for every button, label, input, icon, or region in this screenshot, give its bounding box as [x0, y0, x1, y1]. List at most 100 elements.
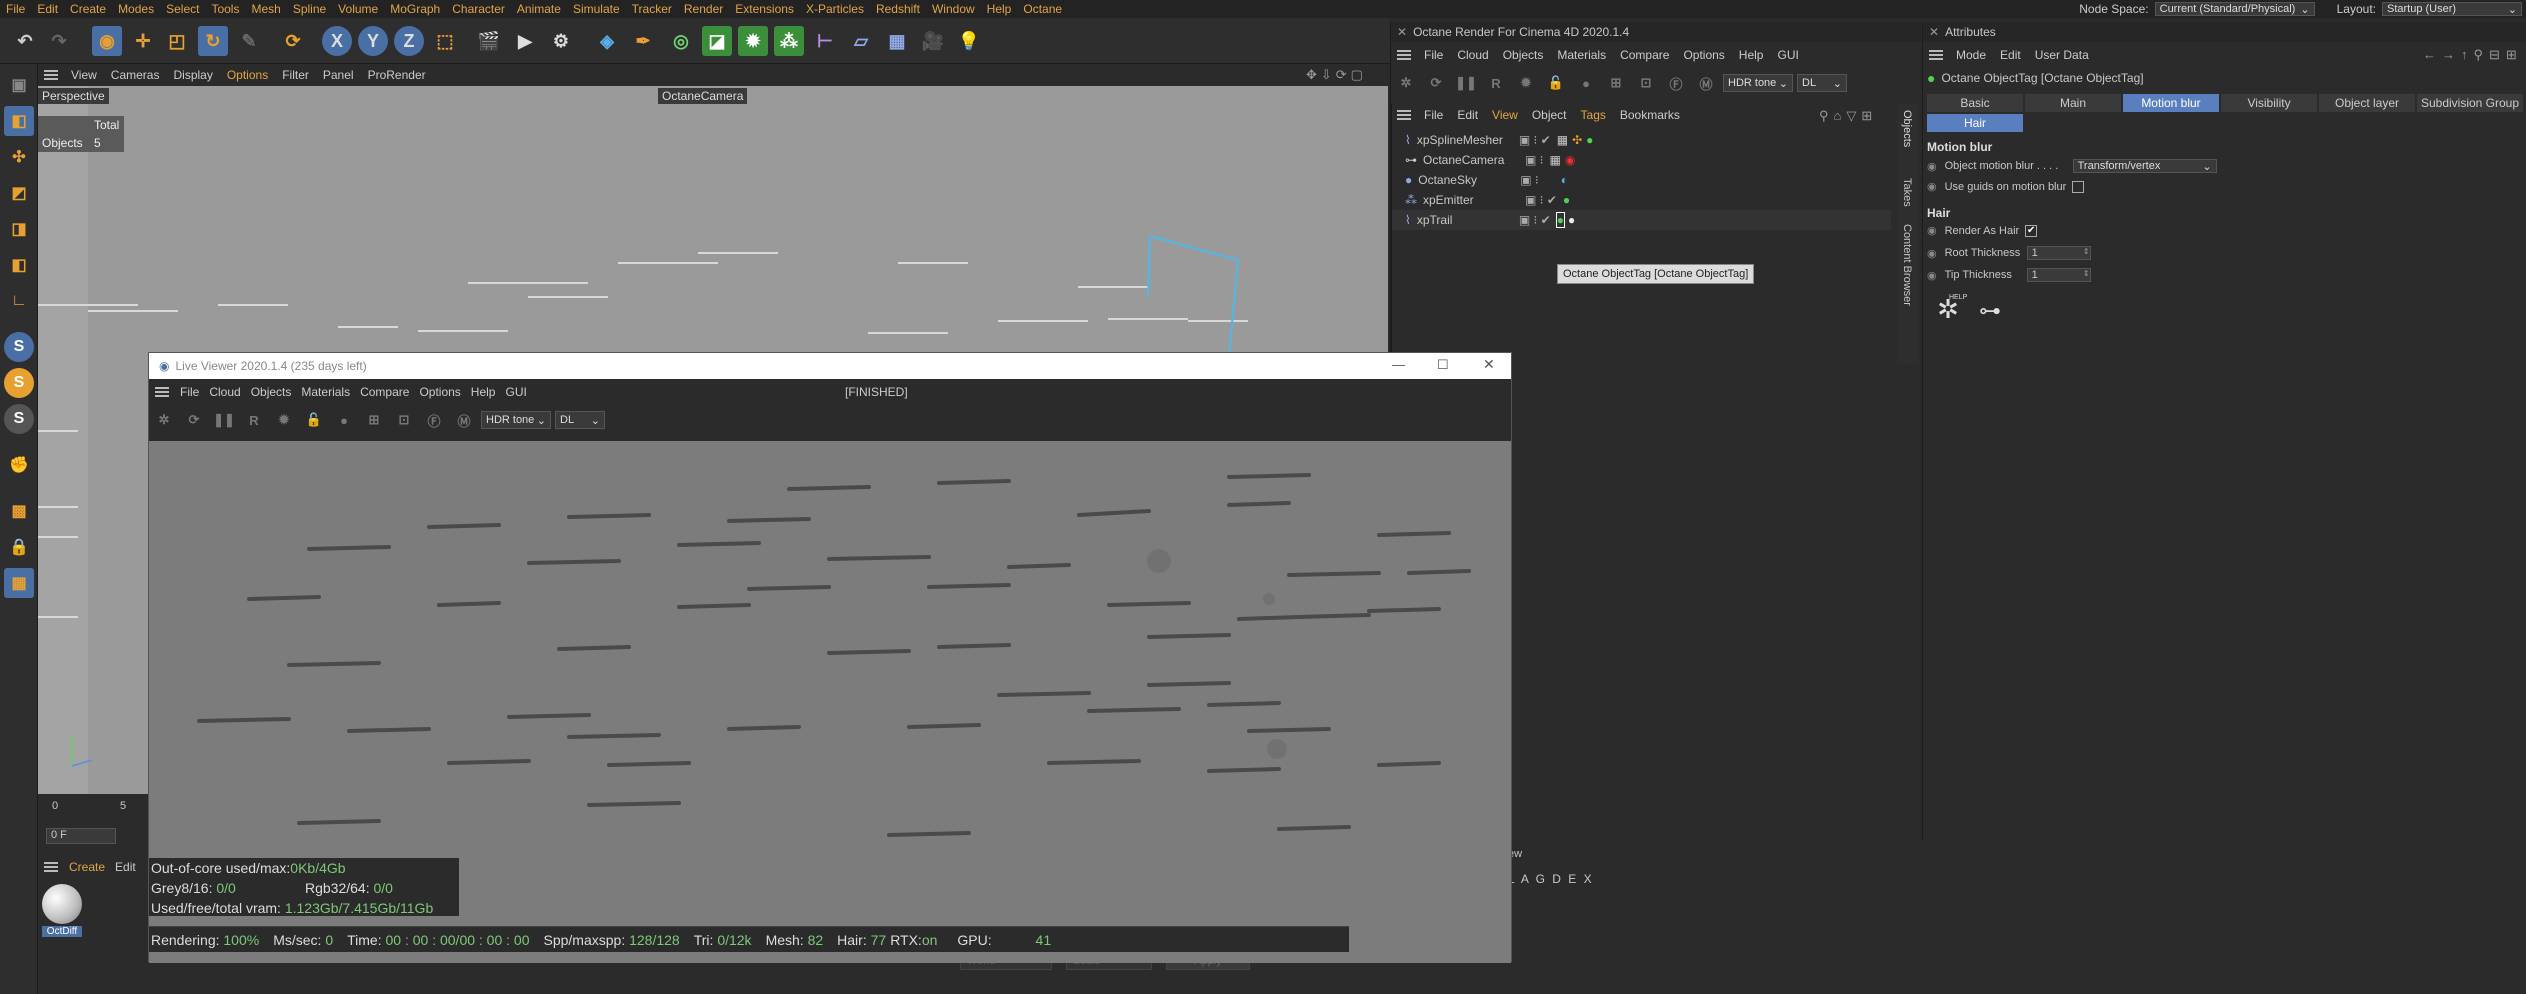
move-icon[interactable]: ✛: [128, 26, 158, 56]
tip-thickness-field[interactable]: 1 ⇕: [2026, 268, 2091, 282]
send-scene-icon[interactable]: ✲: [1393, 70, 1419, 96]
menu-volume[interactable]: Volume: [338, 2, 378, 16]
object-name[interactable]: OctaneSky: [1418, 173, 1516, 187]
coord-letters[interactable]: L A G D E X: [1508, 872, 1594, 886]
render-toggle-icon[interactable]: ▣ ⁝: [1520, 173, 1539, 187]
sphere-icon[interactable]: ●: [331, 407, 357, 433]
points-mode-icon[interactable]: ◩: [4, 178, 34, 208]
send-scene-icon[interactable]: ✲: [151, 407, 177, 433]
object-row[interactable]: ● OctaneSky ▣ ⁝ ◐: [1391, 170, 1891, 190]
animate-icon[interactable]: ◉: [1927, 224, 1937, 237]
axis-mode-icon[interactable]: ∟: [4, 286, 34, 316]
camera-label[interactable]: OctaneCamera: [658, 88, 748, 104]
material-icon[interactable]: Ⓜ: [451, 407, 477, 433]
tab-basic[interactable]: Basic: [1927, 94, 2023, 112]
tag-icon[interactable]: ✣: [1572, 133, 1582, 147]
menu-create[interactable]: Create: [70, 2, 106, 16]
y-axis-lock[interactable]: Y: [358, 26, 388, 56]
restart-icon[interactable]: ⟳: [1423, 70, 1449, 96]
kernel-select[interactable]: DL ⌄: [1797, 74, 1847, 92]
last-tool-icon[interactable]: ⟳: [278, 26, 308, 56]
tab-subdivision-group[interactable]: Subdivision Group: [2417, 94, 2523, 112]
hamburger-icon[interactable]: [1397, 50, 1411, 60]
animate-icon[interactable]: ◉: [1927, 269, 1937, 282]
search-icon[interactable]: ⚲⌂▽⊞: [1819, 108, 1877, 124]
snap-settings-icon[interactable]: S: [4, 368, 34, 398]
minimize-icon[interactable]: —: [1392, 357, 1405, 372]
node-editor-icon[interactable]: ⊶: [1979, 298, 2013, 328]
close-icon[interactable]: ✕: [1397, 25, 1407, 39]
lv-menu-objects[interactable]: Objects: [251, 385, 292, 399]
floor-icon[interactable]: ▱: [846, 26, 876, 56]
render-settings-icon[interactable]: ⚙: [546, 26, 576, 56]
render-toggle-icon[interactable]: ▣ ⁝: [1525, 153, 1544, 167]
side-tab-content-browser[interactable]: Content Browser: [1901, 224, 1913, 306]
obj-menu-view[interactable]: View: [1492, 108, 1518, 122]
make-editable-icon[interactable]: ▣: [4, 70, 34, 100]
object-motion-blur-select[interactable]: Transform/vertex ⌄: [2072, 159, 2217, 173]
oct-menu-compare[interactable]: Compare: [1620, 48, 1669, 62]
frame-icon[interactable]: ⊡: [391, 407, 417, 433]
grid-icon[interactable]: ▦: [4, 568, 34, 598]
menu-tracker[interactable]: Tracker: [632, 2, 672, 16]
oct-menu-gui[interactable]: GUI: [1777, 48, 1798, 62]
edges-mode-icon[interactable]: ◨: [4, 214, 34, 244]
menu-extensions[interactable]: Extensions: [735, 2, 794, 16]
oct-menu-help[interactable]: Help: [1739, 48, 1764, 62]
region-icon[interactable]: R: [1483, 70, 1509, 96]
camera-icon[interactable]: 🎥: [918, 26, 948, 56]
menu-redshift[interactable]: Redshift: [876, 2, 920, 16]
x-axis-lock[interactable]: X: [322, 26, 352, 56]
rotate-icon[interactable]: ↻: [198, 26, 228, 56]
tweak-icon[interactable]: ✊: [4, 450, 34, 480]
environment-tag-icon[interactable]: ◐: [1561, 173, 1568, 187]
material-label[interactable]: OctDiff: [42, 926, 82, 937]
side-tab-objects[interactable]: Objects: [1901, 110, 1913, 147]
cube-icon[interactable]: ◈: [592, 26, 622, 56]
menu-character[interactable]: Character: [452, 2, 505, 16]
viewport-nav-icons[interactable]: ✥⇩⟳▢: [1306, 67, 1367, 83]
pause-icon[interactable]: ❚❚: [211, 407, 237, 433]
render-view-icon[interactable]: 🎬: [474, 26, 504, 56]
tab-object-layer[interactable]: Object layer: [2319, 94, 2415, 112]
object-name[interactable]: xpTrail: [1417, 213, 1515, 227]
lv-menu-file[interactable]: File: [180, 385, 199, 399]
vp-menu-cameras[interactable]: Cameras: [111, 68, 160, 82]
timeline[interactable]: 0 5: [38, 796, 158, 820]
light-icon[interactable]: 💡: [954, 26, 984, 56]
hamburger-icon[interactable]: [44, 862, 58, 872]
menu-render[interactable]: Render: [684, 2, 723, 16]
layout-select[interactable]: Startup (User) ⌄: [2382, 2, 2522, 16]
vp-menu-display[interactable]: Display: [173, 68, 212, 82]
oct-menu-file[interactable]: File: [1424, 48, 1443, 62]
stepper-icon[interactable]: ⇕: [2083, 247, 2090, 259]
add-icon[interactable]: ⊞: [1603, 70, 1629, 96]
tab-hair[interactable]: Hair: [1927, 114, 2023, 132]
frame-icon[interactable]: ⊡: [1633, 70, 1659, 96]
object-name[interactable]: xpSplineMesher: [1417, 133, 1515, 147]
lock-icon[interactable]: 🔓: [1543, 70, 1569, 96]
hamburger-icon[interactable]: [155, 387, 169, 397]
use-guids-checkbox[interactable]: [2072, 180, 2085, 193]
lock-workplane-icon[interactable]: 🔒: [4, 532, 34, 562]
settings-icon[interactable]: ✹: [1513, 70, 1539, 96]
close-icon[interactable]: ✕: [1929, 25, 1939, 39]
lv-menu-cloud[interactable]: Cloud: [209, 385, 240, 399]
lv-menu-options[interactable]: Options: [419, 385, 460, 399]
live-selection-icon[interactable]: ◉: [92, 26, 122, 56]
coordinate-system-icon[interactable]: ⬚: [430, 26, 460, 56]
lv-menu-compare[interactable]: Compare: [360, 385, 409, 399]
menu-file[interactable]: File: [6, 2, 25, 16]
pen-icon[interactable]: ✒: [628, 26, 658, 56]
recent-tool-icon[interactable]: ✎: [234, 26, 264, 56]
obj-menu-file[interactable]: File: [1424, 108, 1443, 122]
scale-icon[interactable]: ◰: [162, 26, 192, 56]
object-name[interactable]: xpEmitter: [1423, 193, 1521, 207]
close-icon[interactable]: ✕: [1483, 356, 1495, 373]
pause-icon[interactable]: ❚❚: [1453, 70, 1479, 96]
octane-tag-icon-selected[interactable]: ●: [1555, 212, 1566, 228]
camera-tag-icon[interactable]: ◉: [1565, 153, 1575, 167]
region-icon[interactable]: R: [241, 407, 267, 433]
extrude-icon[interactable]: ◪: [702, 26, 732, 56]
menu-modes[interactable]: Modes: [118, 2, 154, 16]
